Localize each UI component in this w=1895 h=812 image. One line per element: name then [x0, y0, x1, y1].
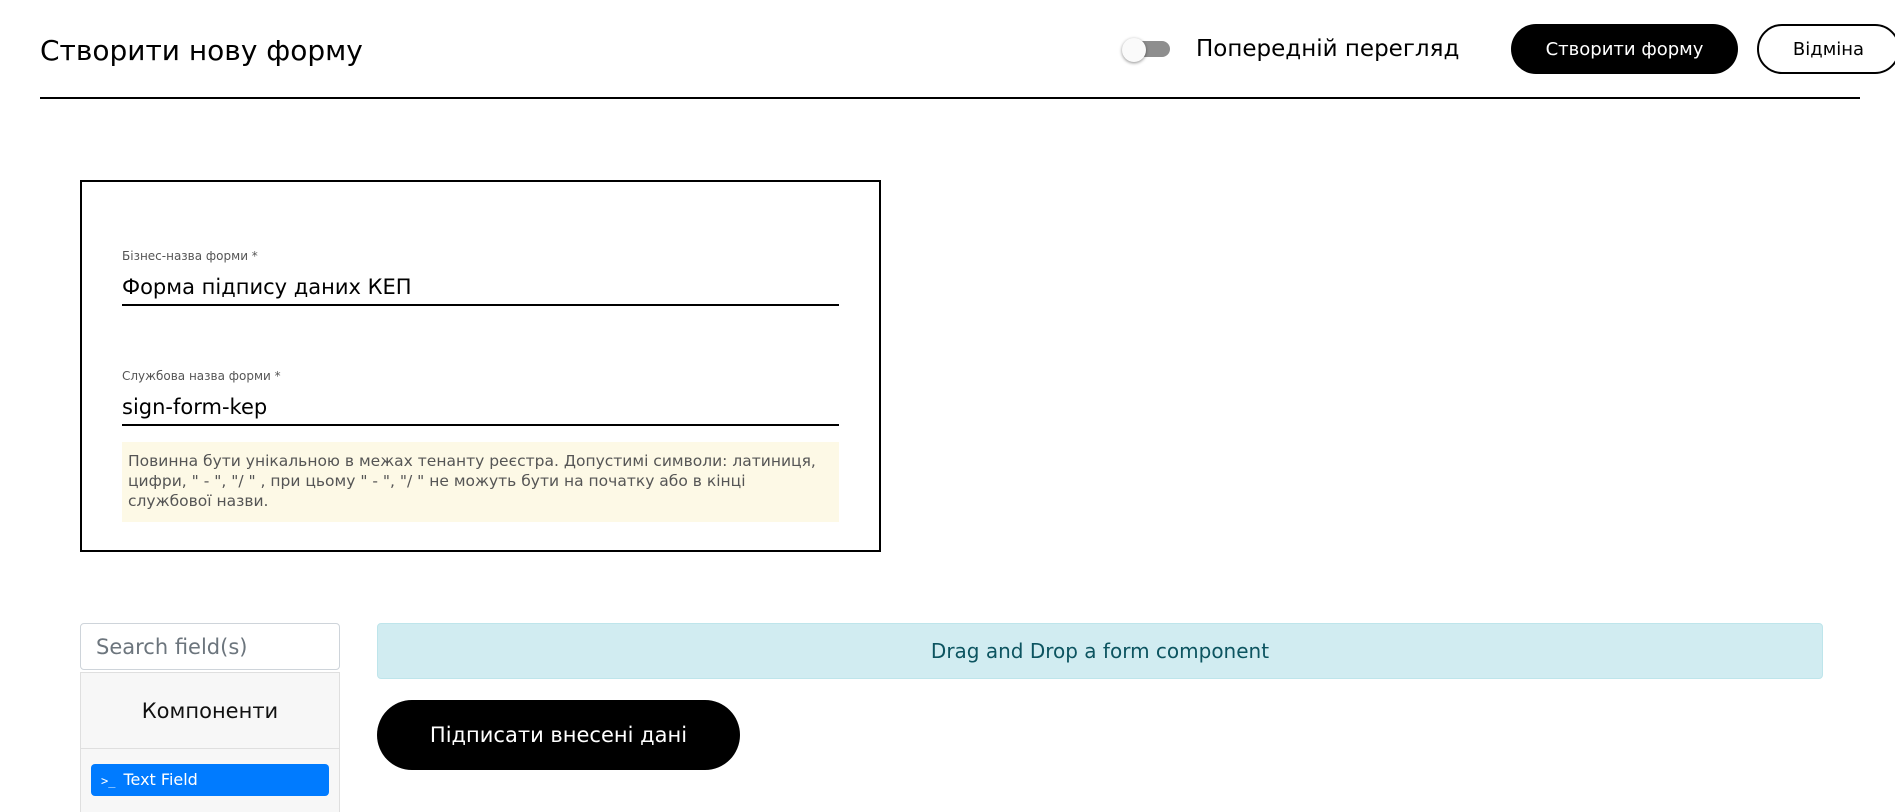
- service-name-label: Службова назва форми *: [122, 369, 281, 383]
- service-name-hint: Повинна бути унікальною в межах тенанту …: [122, 442, 839, 522]
- components-panel: Компоненти >_ Text Field: [80, 672, 340, 812]
- form-settings-card: Бізнес-назва форми * Службова назва форм…: [80, 180, 881, 552]
- component-label: Text Field: [123, 770, 198, 789]
- form-dropzone[interactable]: Drag and Drop a form component: [377, 623, 1823, 679]
- component-text-field[interactable]: >_ Text Field: [91, 764, 329, 796]
- toggle-knob: [1122, 38, 1146, 62]
- search-fields-input[interactable]: [80, 623, 340, 670]
- business-name-input[interactable]: [122, 270, 839, 306]
- cancel-button[interactable]: Відміна: [1757, 24, 1895, 74]
- preview-toggle[interactable]: [1122, 38, 1170, 62]
- create-form-button[interactable]: Створити форму: [1511, 24, 1738, 74]
- preview-label: Попередній перегляд: [1196, 36, 1460, 62]
- page-title: Створити нову форму: [40, 34, 363, 67]
- business-name-label: Бізнес-назва форми *: [122, 249, 258, 263]
- service-name-input[interactable]: [122, 390, 839, 426]
- components-header[interactable]: Компоненти: [81, 673, 339, 749]
- terminal-icon: >_: [101, 774, 116, 788]
- sign-data-button[interactable]: Підписати внесені дані: [377, 700, 740, 770]
- page-header: Створити нову форму Попередній перегляд …: [40, 0, 1895, 99]
